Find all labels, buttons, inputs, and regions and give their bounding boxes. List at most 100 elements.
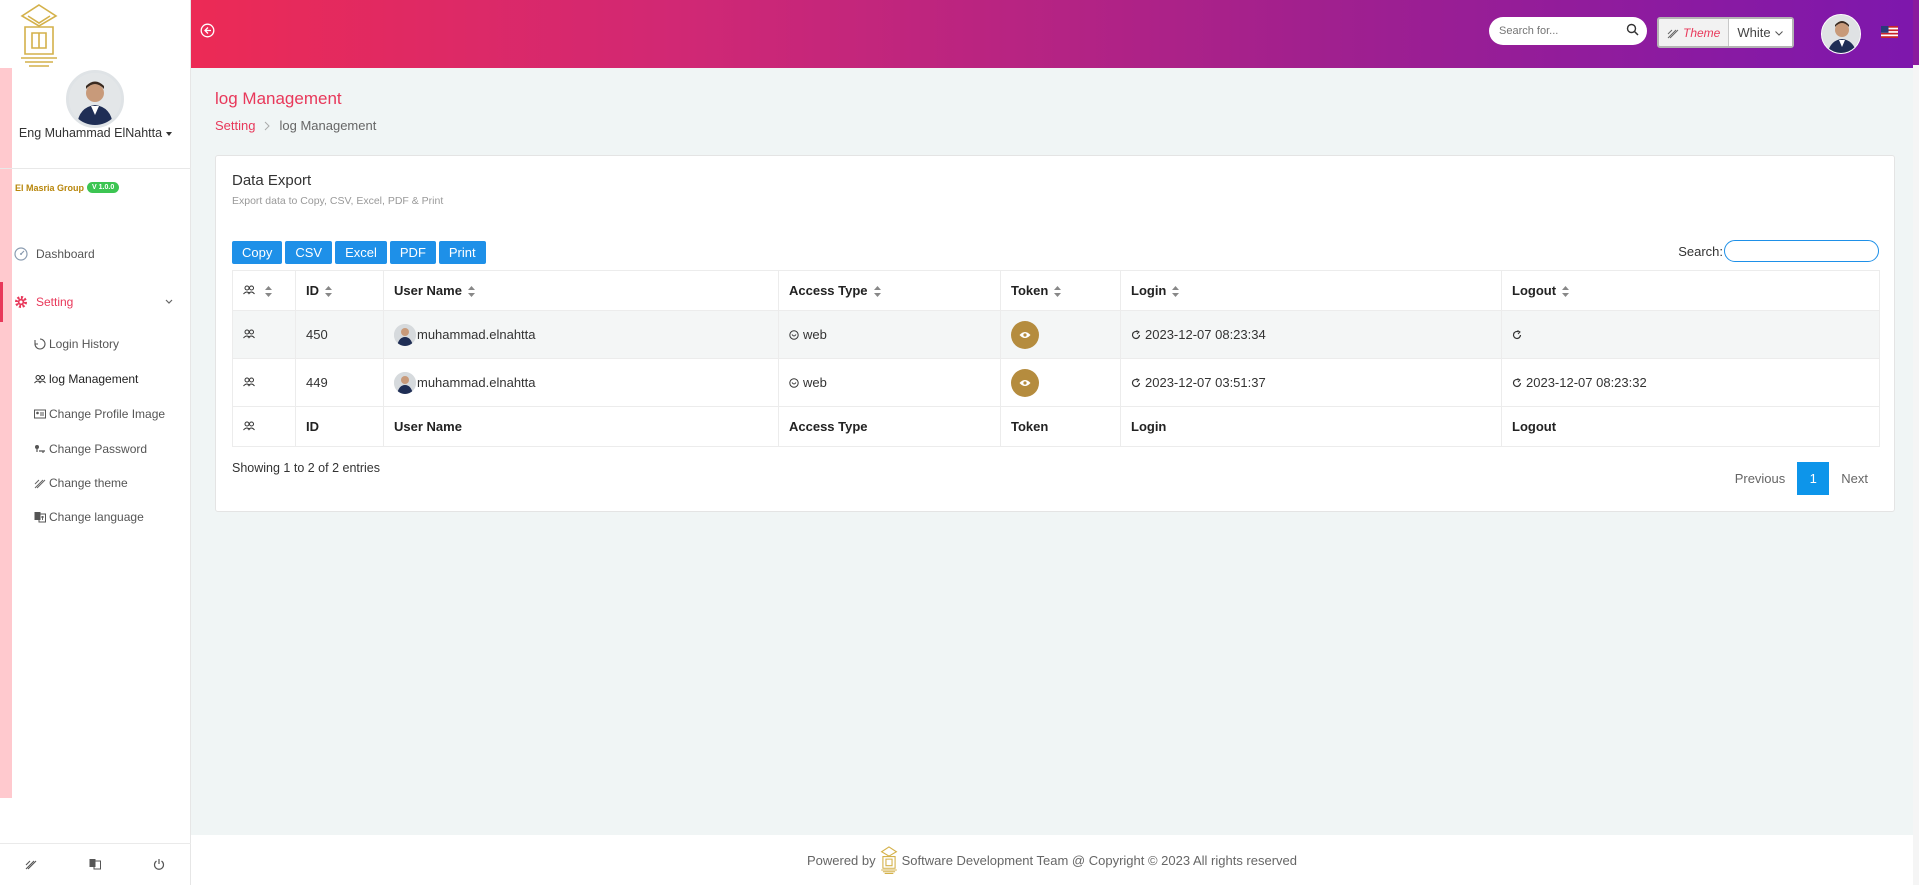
- table-header-row: ID User Name Access Type Token Login Log…: [232, 270, 1880, 311]
- scrollbar[interactable]: [1913, 0, 1919, 885]
- breadcrumb-setting[interactable]: Setting: [215, 118, 255, 133]
- user-cell: muhammad.elnahtta: [383, 310, 779, 359]
- chevron-down-icon: [165, 299, 173, 304]
- sort-icon: [873, 286, 881, 298]
- col-header-logout[interactable]: Logout: [1501, 270, 1880, 311]
- id-cell: 449: [295, 358, 384, 407]
- col-label: User Name: [394, 283, 462, 298]
- foot-token: Token: [1000, 406, 1121, 447]
- login-history-icon: [34, 338, 46, 350]
- login-cell: 2023-12-07 03:51:37: [1120, 358, 1502, 407]
- theme-switcher: Theme White: [1657, 17, 1794, 48]
- view-token-button[interactable]: [1011, 368, 1039, 397]
- page-1-button[interactable]: 1: [1797, 462, 1830, 495]
- profile-avatar[interactable]: [66, 70, 124, 128]
- pagination: Previous 1 Next: [1723, 462, 1880, 495]
- palette-icon[interactable]: [25, 858, 37, 870]
- user-cell: muhammad.elnahtta: [383, 358, 779, 407]
- col-header-login[interactable]: Login: [1120, 270, 1502, 311]
- users-icon: [243, 377, 255, 387]
- copy-button[interactable]: Copy: [232, 241, 283, 264]
- foot-access-type: Access Type: [778, 406, 1001, 447]
- theme-button[interactable]: Theme: [1659, 19, 1730, 46]
- next-page-button[interactable]: Next: [1829, 471, 1880, 486]
- card-title: Data Export: [232, 172, 312, 189]
- table-search-input[interactable]: [1724, 240, 1879, 262]
- previous-page-button[interactable]: Previous: [1723, 471, 1798, 486]
- sidebar-item-log-management[interactable]: log Management: [34, 372, 138, 386]
- power-icon[interactable]: [153, 858, 165, 870]
- footer-text: Software Development Team @ Copyright © …: [901, 852, 1298, 868]
- log-table: ID User Name Access Type Token Login Log…: [232, 270, 1880, 447]
- users-icon: [243, 421, 255, 431]
- sidebar-item-label: Dashboard: [36, 247, 95, 261]
- scrollbar-thumb[interactable]: [1913, 0, 1919, 65]
- sort-icon: [264, 286, 272, 298]
- sidebar-item-change-profile-image[interactable]: Change Profile Image: [34, 407, 165, 421]
- sidebar-item-label: log Management: [49, 372, 139, 386]
- gauge-icon: [14, 247, 28, 261]
- footer-logo: [880, 846, 898, 875]
- col-label: Logout: [1512, 283, 1557, 298]
- brand-logo[interactable]: [16, 2, 62, 68]
- version-badge: V 1.0.0: [87, 182, 120, 193]
- user-avatar: [394, 323, 416, 346]
- user-avatar: [394, 371, 416, 394]
- caret-down-icon: [166, 131, 173, 136]
- history-icon: [1131, 377, 1141, 387]
- csv-button[interactable]: CSV: [285, 241, 333, 264]
- top-header: Theme White: [191, 0, 1919, 68]
- history-icon: [1512, 329, 1522, 339]
- col-label: Token: [1011, 283, 1049, 298]
- language-icon[interactable]: [89, 858, 101, 870]
- table-row: 450 muhammad.elnahtta web 2023-12-07 08:…: [232, 310, 1880, 359]
- excel-button[interactable]: Excel: [335, 241, 387, 264]
- user-avatar[interactable]: [1821, 14, 1861, 54]
- profile-name-dropdown[interactable]: Eng Muhammad ElNahtta: [0, 126, 191, 140]
- entries-info: Showing 1 to 2 of 2 entries: [232, 461, 381, 475]
- sidebar-item-label: Setting: [36, 295, 74, 309]
- header-search[interactable]: [1489, 17, 1647, 45]
- table-search: Search:: [1678, 240, 1879, 262]
- sidebar-item-label: Change Profile Image: [49, 407, 166, 421]
- active-indicator: [0, 282, 3, 322]
- print-button[interactable]: Print: [438, 241, 486, 264]
- data-export-card: Data Export Export data to Copy, CSV, Ex…: [215, 155, 1895, 512]
- col-header-access-type[interactable]: Access Type: [778, 270, 1001, 311]
- id-card-icon: [34, 409, 46, 419]
- sidebar-item-label: Change Password: [49, 442, 148, 456]
- access-cell: web: [778, 358, 1001, 407]
- col-label: Access Type: [789, 283, 868, 298]
- user-name: muhammad.elnahtta: [417, 327, 536, 342]
- sidebar-item-login-history[interactable]: Login History: [34, 337, 119, 351]
- row-icon-cell: [232, 310, 296, 359]
- theme-value: White: [1737, 25, 1771, 40]
- globe-icon: [789, 329, 799, 340]
- search-icon[interactable]: [1626, 23, 1639, 36]
- collapse-sidebar-icon[interactable]: [200, 23, 215, 38]
- col-header-id[interactable]: ID: [295, 270, 384, 311]
- login-cell: 2023-12-07 08:23:34: [1120, 310, 1502, 359]
- col-header-token[interactable]: Token: [1000, 270, 1121, 311]
- sidebar-item-label: Change language: [49, 510, 144, 524]
- sidebar-item-change-password[interactable]: Change Password: [34, 442, 147, 456]
- sidebar-item-change-theme[interactable]: Change theme: [34, 476, 128, 490]
- theme-select[interactable]: White: [1729, 19, 1792, 46]
- breadcrumb: Setting log Management: [215, 118, 376, 133]
- view-token-button[interactable]: [1011, 320, 1039, 349]
- col-header-user-name[interactable]: User Name: [383, 270, 779, 311]
- palette-icon: [34, 479, 46, 489]
- access-type: web: [803, 327, 827, 342]
- header-search-input[interactable]: [1489, 17, 1609, 45]
- eye-icon: [1019, 331, 1031, 338]
- sidebar-item-change-language[interactable]: Change language: [34, 510, 144, 524]
- sidebar: Eng Muhammad ElNahtta El Masria Group V …: [0, 0, 191, 885]
- sidebar-item-dashboard[interactable]: Dashboard: [14, 247, 95, 261]
- logout-cell: 2023-12-07 08:23:32: [1501, 358, 1880, 407]
- pdf-button[interactable]: PDF: [389, 241, 436, 264]
- org-info: El Masria Group V 1.0.0: [15, 182, 120, 193]
- breadcrumb-current: log Management: [279, 118, 377, 133]
- sidebar-item-setting[interactable]: Setting: [14, 295, 182, 309]
- col-header-icon[interactable]: [232, 270, 296, 311]
- us-flag-icon[interactable]: [1881, 26, 1898, 38]
